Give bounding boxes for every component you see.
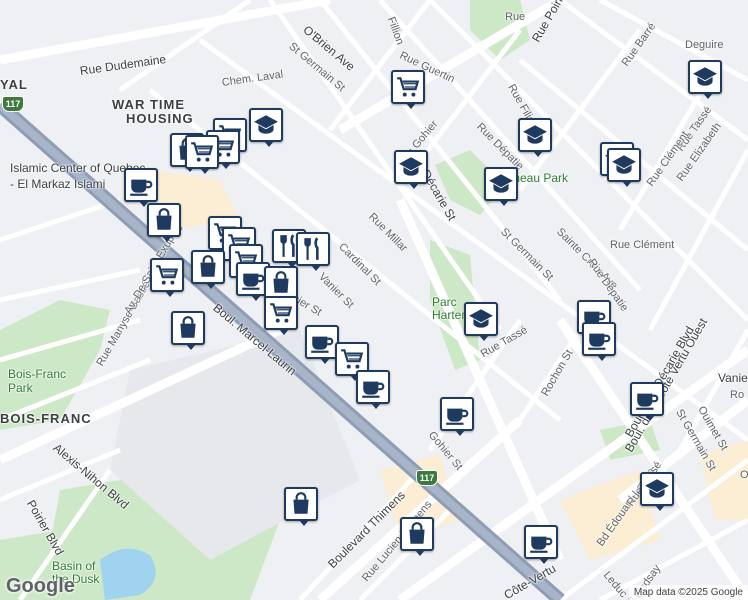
map-base [0,0,748,600]
coffee-marker[interactable] [356,370,390,409]
cart-marker[interactable] [264,296,298,335]
cart-marker[interactable] [185,135,219,174]
map-label: - El Markaz Islami [10,177,106,191]
bag-icon [404,521,430,547]
school-marker[interactable] [249,108,283,147]
cart-marker[interactable] [391,70,425,109]
bag-marker[interactable] [191,250,225,289]
bag-marker[interactable] [171,311,205,350]
coffee-icon [309,329,335,355]
coffee-icon [634,386,660,412]
bag-icon [268,270,294,296]
bag-marker[interactable] [147,203,181,242]
map-label: WAR TIME [112,97,185,112]
school-icon [468,306,494,332]
map-attribution: Map data ©2025 Google [628,585,748,600]
coffee-marker[interactable] [305,325,339,364]
bag-icon [195,254,221,280]
school-marker[interactable] [518,118,552,157]
bag-marker[interactable] [264,266,298,305]
coffee-icon [444,401,470,427]
school-icon [253,112,279,138]
coffee-marker[interactable] [440,397,474,436]
google-logo: Google [6,575,75,597]
cart-marker[interactable] [150,258,184,297]
coffee-icon [528,529,554,555]
map-label: Ouimet [740,469,748,481]
bag-marker[interactable] [400,517,434,556]
cart-icon [339,346,365,372]
coffee-icon [128,172,154,198]
map-label: HOUSING [126,111,194,126]
map-label: BOIS-FRANC [0,411,92,426]
coffee-icon [586,326,612,352]
school-icon [522,122,548,148]
school-marker[interactable] [464,302,498,341]
cart-icon [395,74,421,100]
map-label: Bois-Franc [8,367,67,381]
school-marker[interactable] [607,148,641,187]
map-label: YAL [0,77,28,92]
school-marker[interactable] [640,472,674,511]
bag-marker[interactable] [284,487,318,526]
coffee-marker[interactable] [582,322,616,361]
bag-icon [288,491,314,517]
map-label: Basin of [52,559,96,573]
map-label: Parc [432,295,457,309]
map-label: Deguire [685,39,724,51]
coffee-marker[interactable] [630,382,664,421]
school-icon [398,154,424,180]
highway-shield: 117 [416,470,438,486]
school-icon [611,152,637,178]
school-icon [692,64,718,90]
coffee-icon [360,374,386,400]
highway-shield: 117 [2,96,24,112]
map-label: Vanier [718,371,748,385]
map-label: Park [8,381,33,395]
coffee-icon [240,266,266,292]
coffee-marker[interactable] [524,525,558,564]
bag-icon [175,315,201,341]
cart-icon [189,139,215,165]
school-icon [488,171,514,197]
cart-icon [268,300,294,326]
map-label: Rue [505,11,526,23]
map-label: Ro [730,389,745,401]
school-marker[interactable] [394,150,428,189]
cart-icon [154,262,180,288]
restaurant-icon [300,236,326,262]
map-label: Rue Clément [610,239,675,251]
restaurant-marker[interactable] [296,232,330,271]
school-marker[interactable] [688,60,722,99]
map-canvas[interactable]: 117 117 Rue Dudemaine WAR TIME HOUSING Chem… [0,0,748,600]
bag-icon [151,207,177,233]
school-marker[interactable] [484,167,518,206]
coffee-marker[interactable] [124,168,158,207]
school-icon [644,476,670,502]
